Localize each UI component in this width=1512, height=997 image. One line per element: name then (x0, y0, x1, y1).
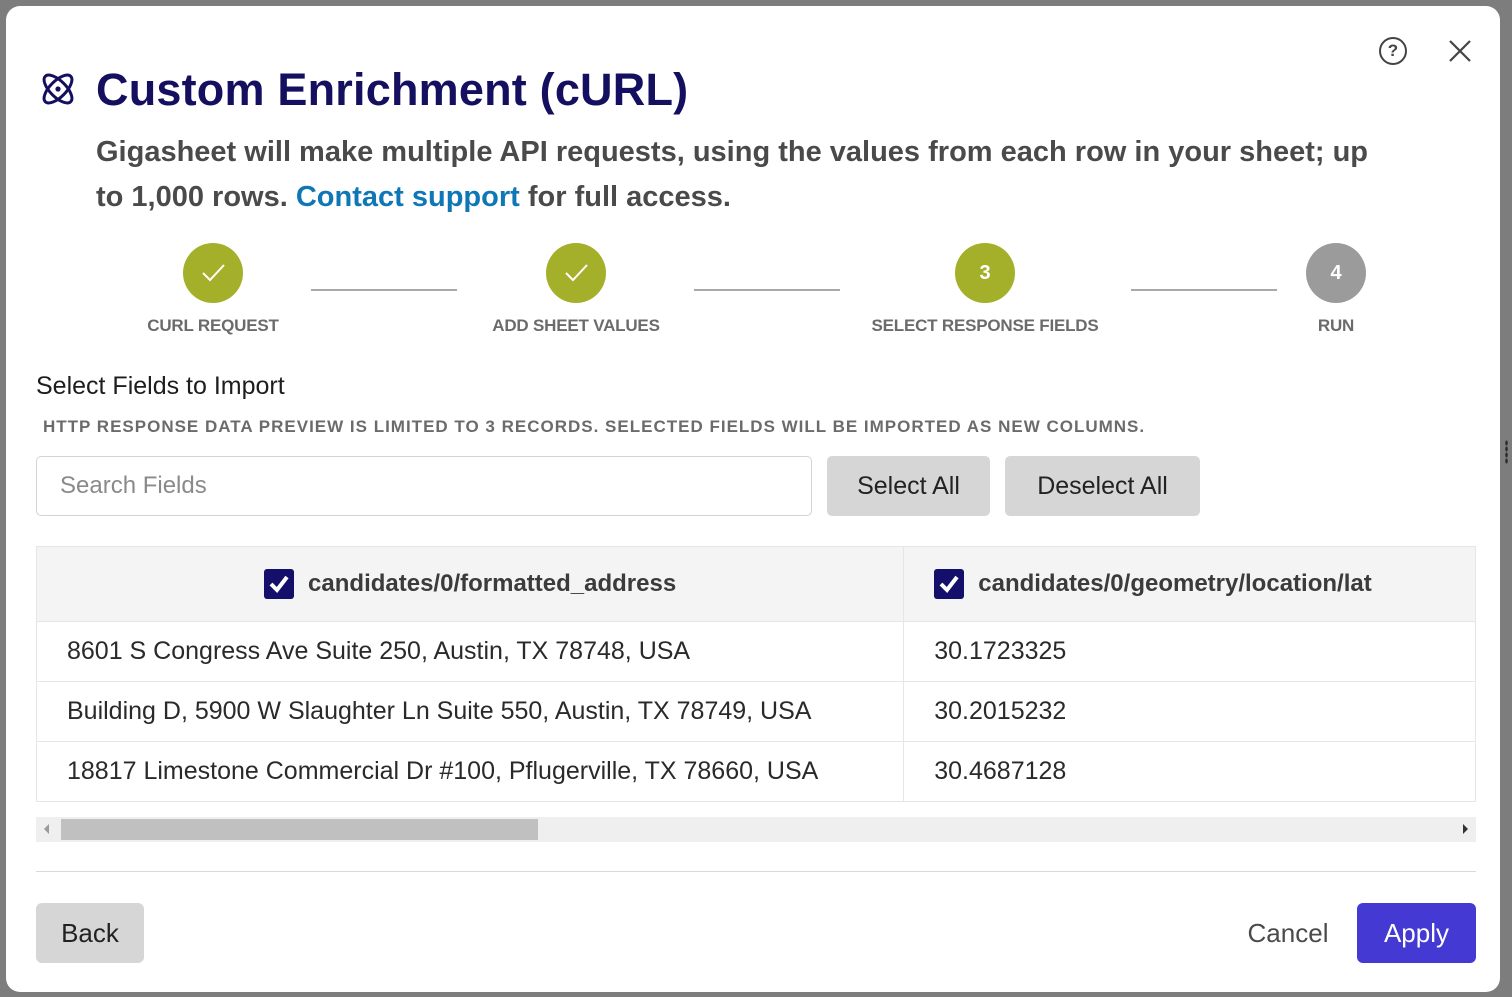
footer-divider (36, 871, 1476, 872)
response-fields-table: candidates/0/formatted_address candidate… (36, 546, 1476, 802)
contact-support-link[interactable]: Contact support (296, 181, 520, 213)
deselect-all-button[interactable]: Deselect All (1005, 456, 1200, 516)
column-header-label: candidates/0/geometry/location/lat (978, 570, 1372, 597)
scroll-right-icon[interactable] (1463, 824, 1468, 834)
column-header[interactable]: candidates/0/formatted_address (37, 546, 905, 622)
table-cell: 8601 S Congress Ave Suite 250, Austin, T… (37, 621, 905, 682)
help-circle-icon: ? (1387, 41, 1399, 60)
custom-enrichment-dialog: ? Custom Enrichment (cURL) Gigasheet wil… (6, 6, 1500, 992)
horizontal-scrollbar[interactable] (36, 817, 1476, 842)
step-complete-marker (546, 243, 606, 303)
section-title: Select Fields to Import (36, 372, 285, 400)
check-icon (202, 264, 225, 282)
table-cell: 30.2015232 (903, 681, 1476, 742)
column-checkbox[interactable] (264, 569, 295, 599)
column-checkbox[interactable] (934, 569, 965, 599)
table-cell: 30.4687128 (903, 741, 1476, 802)
checkmark-icon (939, 575, 959, 594)
table-row: Building D, 5900 W Slaughter Ln Suite 55… (37, 681, 1476, 742)
table-cell: 30.1723325 (903, 621, 1476, 682)
section-note: HTTP RESPONSE DATA PREVIEW IS LIMITED TO… (43, 417, 1146, 436)
resize-handle[interactable] (1505, 440, 1508, 464)
search-fields-input[interactable] (36, 456, 812, 516)
back-button[interactable]: Back (36, 903, 144, 963)
select-all-button[interactable]: Select All (827, 456, 990, 516)
close-icon (1449, 40, 1471, 62)
step-label: ADD SHEET VALUES (492, 316, 660, 335)
scrollbar-thumb[interactable] (61, 819, 538, 840)
description-suffix: for full access. (519, 181, 731, 213)
description-text: Gigasheet will make multiple API request… (96, 136, 1369, 213)
table-row: 8601 S Congress Ave Suite 250, Austin, T… (37, 621, 1476, 682)
table-row: 18817 Limestone Commercial Dr #100, Pflu… (37, 741, 1476, 802)
checkmark-icon (269, 575, 289, 594)
close-button[interactable] (1447, 38, 1473, 64)
step-curl-request[interactable]: CURL REQUEST (93, 243, 333, 336)
step-label: RUN (1317, 316, 1355, 335)
column-header[interactable]: candidates/0/geometry/location/lat (903, 546, 1476, 622)
step-number-marker: 3 (955, 243, 1015, 303)
atom-icon (38, 69, 78, 109)
apply-button[interactable]: Apply (1357, 903, 1476, 963)
step-connector (311, 289, 457, 291)
step-number-marker: 4 (1306, 243, 1366, 303)
step-complete-marker (183, 243, 243, 303)
dialog-description: Gigasheet will make multiple API request… (96, 130, 1376, 220)
step-add-sheet-values[interactable]: ADD SHEET VALUES (456, 243, 696, 336)
step-label: SELECT RESPONSE FIELDS (871, 316, 1099, 335)
step-select-response-fields[interactable]: 3 SELECT RESPONSE FIELDS (865, 243, 1105, 336)
table-header-row: candidates/0/formatted_address candidate… (37, 546, 1476, 622)
step-label: CURL REQUEST (147, 316, 279, 335)
table-cell: Building D, 5900 W Slaughter Ln Suite 55… (37, 681, 905, 742)
help-button[interactable]: ? (1379, 37, 1407, 65)
table-cell: 18817 Limestone Commercial Dr #100, Pflu… (37, 741, 905, 802)
column-header-label: candidates/0/formatted_address (308, 570, 677, 597)
dialog-title: Custom Enrichment (cURL) (96, 64, 689, 115)
cancel-button[interactable]: Cancel (1228, 903, 1348, 963)
scroll-left-icon[interactable] (44, 824, 49, 834)
step-connector (694, 289, 840, 291)
check-icon (565, 264, 588, 282)
step-run[interactable]: 4 RUN (1216, 243, 1456, 336)
